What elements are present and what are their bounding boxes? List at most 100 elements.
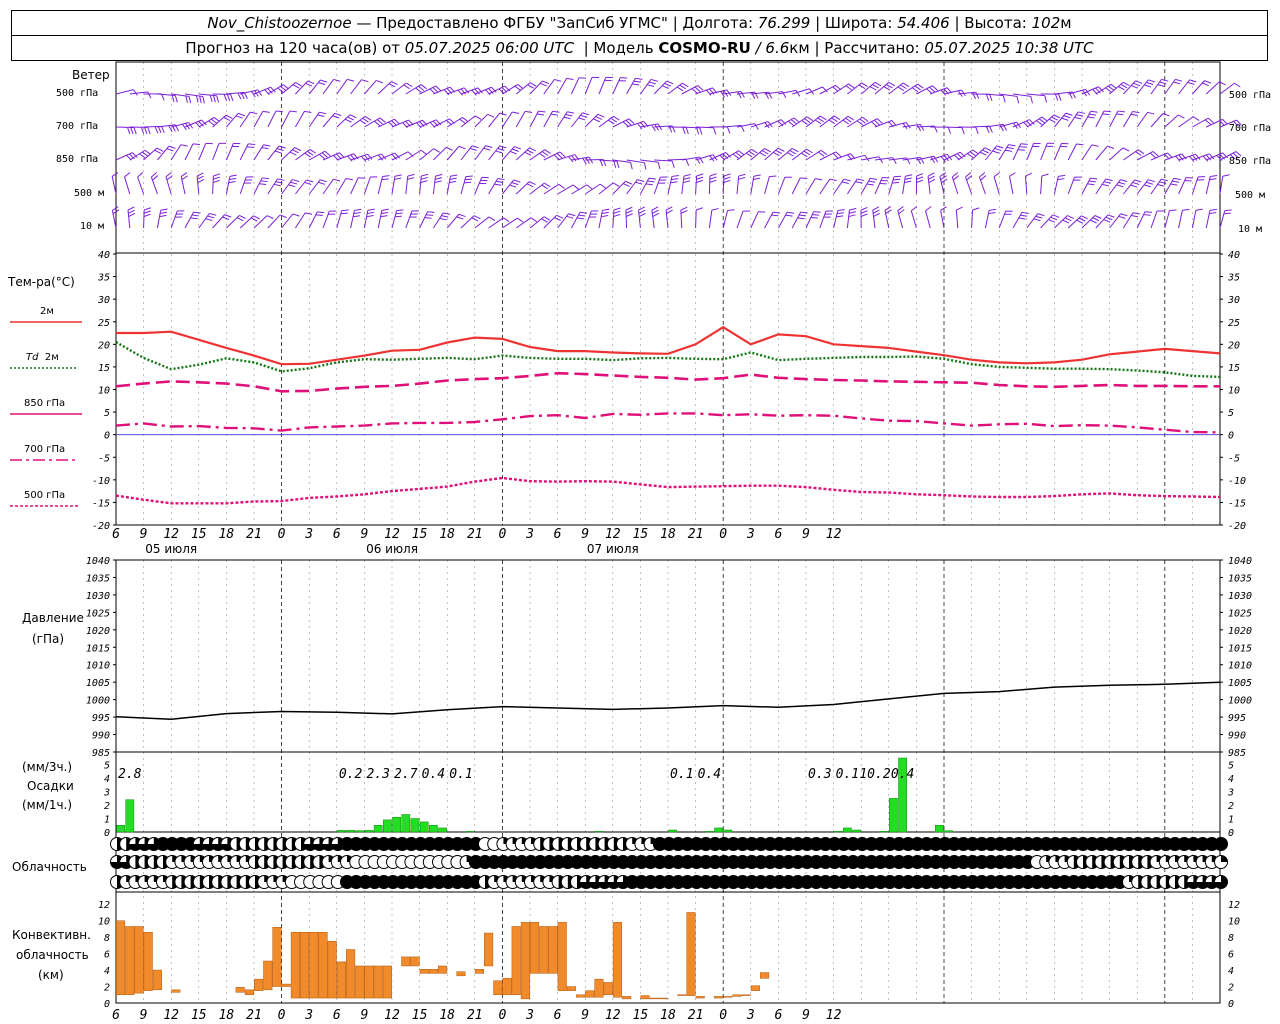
wind-barb-flag xyxy=(487,113,495,118)
precipitation-plot: 2.8 0.2 2.3 2.7 0.4 0.1 0.1 0.4 0.3 0.1 10.2 0.4 xyxy=(116,757,953,833)
wind-barb-flag xyxy=(601,215,609,218)
wind-barb-flag xyxy=(723,173,731,177)
wind-barb-flag xyxy=(904,177,912,180)
wind-barb-flag xyxy=(832,86,839,92)
wind-barb xyxy=(1095,83,1112,95)
wind-barb-flag xyxy=(259,183,267,185)
wind-level-label-right: 700 гПа xyxy=(1229,123,1271,134)
wind-barb-flag xyxy=(374,120,381,126)
precip-y-tick-right: 4 xyxy=(1228,774,1234,785)
temp-y-tick-right: -20 xyxy=(1228,521,1246,532)
wind-barb-flag xyxy=(670,181,678,184)
wind-barb xyxy=(1205,210,1211,229)
wind-barb-flag xyxy=(396,209,404,212)
wind-barb-flag xyxy=(509,150,517,155)
wind-barb xyxy=(377,176,383,195)
wind-barb-flag xyxy=(309,149,317,154)
wind-barb-flag xyxy=(544,182,551,188)
wind-barb-flag xyxy=(391,81,398,86)
precip-bar xyxy=(373,825,383,833)
wind-barb-flag xyxy=(529,147,536,152)
wind-barb-flag xyxy=(849,207,857,211)
wind-barb-flag xyxy=(358,177,366,179)
wind-barb xyxy=(1095,110,1105,128)
wind-barb-flag xyxy=(394,118,400,125)
wind-barb-flag xyxy=(279,214,287,219)
wind-barb-flag xyxy=(144,127,148,135)
wind-barb-flag xyxy=(1033,218,1041,222)
x-tick-label: 9 xyxy=(581,1008,589,1023)
wind-barb-flag xyxy=(650,78,658,82)
wind-barb xyxy=(736,176,740,195)
wind-barb-flag xyxy=(1036,120,1043,126)
wind-barb-flag xyxy=(648,81,656,85)
wind-barb xyxy=(267,145,280,161)
x-tick-label: 0 xyxy=(498,527,506,542)
wind-barb-flag xyxy=(657,162,661,170)
pressure-y-tick: 1005 xyxy=(86,678,110,689)
wind-barb-flag xyxy=(965,172,972,178)
conv-bar xyxy=(723,996,733,998)
wind-barb-flag xyxy=(813,211,821,213)
wind-barb-flag xyxy=(473,215,481,220)
wind-barb-flag xyxy=(341,209,349,212)
precip-bar xyxy=(392,816,401,833)
precip-total-label: 0.4 xyxy=(698,767,721,782)
wind-barb-flag xyxy=(769,175,777,178)
wind-barb-flag xyxy=(897,86,905,92)
wind-barb xyxy=(474,216,490,229)
wind-barb-flag xyxy=(1187,81,1195,85)
wind-barb-flag xyxy=(662,85,669,89)
wind-barb xyxy=(1122,111,1133,128)
x-tick-label: 12 xyxy=(163,527,179,542)
x-tick-label: 0 xyxy=(719,1008,727,1023)
wind-barb-flag xyxy=(345,118,352,123)
wind-barb-flag xyxy=(761,150,769,155)
wind-barb-flag xyxy=(586,184,593,190)
wind-barb-flag xyxy=(884,206,892,211)
wind-barb-flag xyxy=(1210,175,1218,177)
wind-barb xyxy=(419,85,436,95)
wind-barb-flag xyxy=(726,126,731,134)
wind-barb xyxy=(239,215,254,229)
wind-barb-flag xyxy=(225,114,233,119)
wind-barb-flag xyxy=(367,211,375,215)
wind-barb-flag xyxy=(723,179,731,183)
conv-y-tick-right: 12 xyxy=(1228,900,1240,911)
wind-barb-flag xyxy=(304,152,311,158)
wind-barb-flag xyxy=(353,212,361,215)
wind-barb-flag xyxy=(512,111,520,115)
wind-barb-flag xyxy=(347,155,353,162)
wind-barb-flag xyxy=(494,183,502,186)
precip-bar xyxy=(465,831,475,833)
conv-bar xyxy=(760,972,770,979)
wind-barb-flag xyxy=(458,213,466,218)
wind-barb-flag xyxy=(1234,82,1241,88)
wind-barb xyxy=(681,85,698,95)
wind-barb-flag xyxy=(1087,183,1095,186)
wind-barb xyxy=(150,176,158,195)
wind-barb-flag xyxy=(917,83,924,89)
wind-barb xyxy=(708,175,711,195)
wind-barb-flag xyxy=(307,150,314,156)
wind-barb-flag xyxy=(262,177,270,180)
wind-barb xyxy=(1178,116,1194,128)
wind-barb xyxy=(805,211,815,229)
wind-barb-flag xyxy=(1135,151,1142,156)
wind-barb-flag xyxy=(239,215,246,219)
wind-barb xyxy=(860,118,878,128)
wind-barb-flag xyxy=(1149,152,1156,158)
x-tick-label: 6 xyxy=(112,1008,120,1023)
wind-barb-flag xyxy=(137,172,144,178)
wind-barb xyxy=(1219,210,1226,229)
wind-barb-flag xyxy=(1134,179,1142,183)
wind-barb xyxy=(984,210,990,229)
conv-bar xyxy=(695,996,705,999)
wind-barb-flag xyxy=(1025,172,1033,177)
wind-barb-flag xyxy=(632,83,640,86)
wind-barb-flag xyxy=(680,206,688,211)
wind-barb-flag xyxy=(420,84,427,90)
precip-bar xyxy=(355,830,365,833)
wind-barb-flag xyxy=(1222,174,1230,177)
wind-barb xyxy=(1040,214,1054,229)
